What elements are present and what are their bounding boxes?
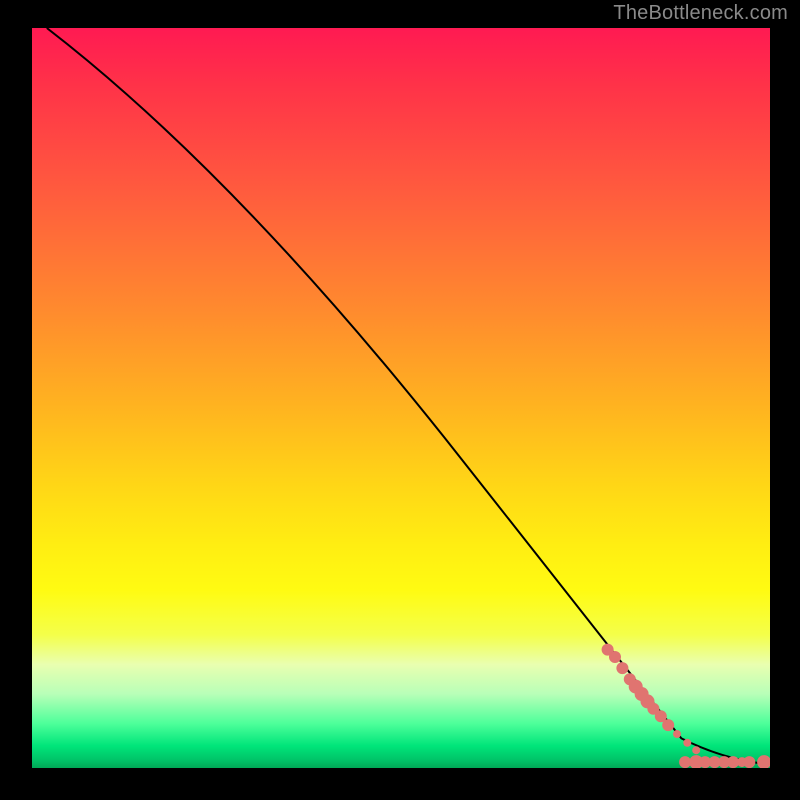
bottleneck-curve xyxy=(47,28,770,764)
sample-dot xyxy=(673,730,681,738)
sample-dot xyxy=(757,755,770,768)
sample-dot xyxy=(683,739,691,747)
sample-dots-group xyxy=(602,644,770,768)
sample-dot xyxy=(692,746,700,754)
sample-dot xyxy=(662,719,674,731)
attribution-label: TheBottleneck.com xyxy=(613,2,788,25)
plot-overlay xyxy=(32,28,770,768)
sample-dot xyxy=(609,651,621,663)
sample-dot xyxy=(616,662,628,674)
chart-frame: TheBottleneck.com xyxy=(0,0,800,800)
sample-dot xyxy=(743,756,755,768)
